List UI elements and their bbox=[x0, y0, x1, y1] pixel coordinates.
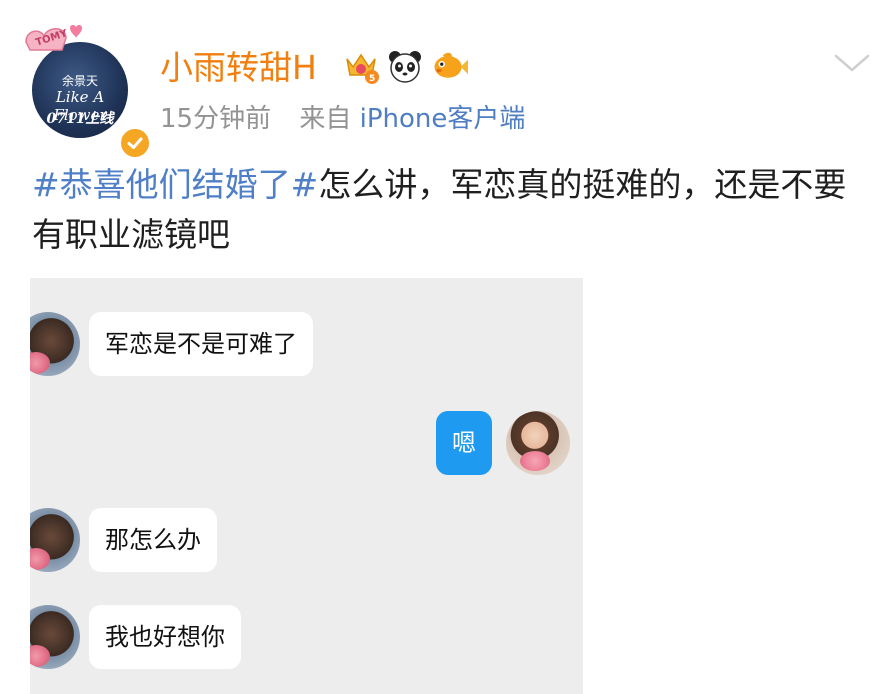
svg-text:5: 5 bbox=[369, 74, 375, 84]
chat-screenshot-image[interactable]: 军恋是不是可难了 嗯 那怎么办 我也好想你 bbox=[30, 278, 583, 694]
verified-check-icon bbox=[118, 126, 152, 160]
chat-bubble: 那怎么办 bbox=[89, 508, 217, 572]
panda-icon[interactable] bbox=[386, 47, 424, 85]
avatar-image: 余景天 Like A Flower 0711上线 bbox=[32, 42, 128, 138]
boy-avatar bbox=[30, 508, 80, 572]
boy-avatar bbox=[30, 605, 80, 669]
chat-message-row: 那怎么办 bbox=[30, 508, 217, 572]
boy-avatar bbox=[30, 312, 80, 376]
chat-message-row: 我也好想你 bbox=[30, 605, 241, 669]
fish-icon[interactable] bbox=[430, 47, 468, 85]
source-prefix: 来自 bbox=[299, 104, 352, 134]
chat-bubble: 军恋是不是可难了 bbox=[89, 312, 313, 376]
author-name[interactable]: 小雨转甜H bbox=[160, 48, 317, 88]
chat-bubble: 我也好想你 bbox=[89, 605, 241, 669]
girl-avatar bbox=[506, 411, 570, 475]
avatar-caption-3: 0711上线 bbox=[46, 111, 114, 127]
chat-message-row: 军恋是不是可难了 bbox=[30, 312, 313, 376]
avatar-sticker-icon: TOMY bbox=[25, 25, 82, 51]
post-source-link[interactable]: iPhone客户端 bbox=[360, 104, 526, 134]
post-content: #恭喜他们结婚了#怎么讲，军恋真的挺难的，还是不要有职业滤镜吧 bbox=[32, 160, 872, 260]
avatar-caption-1: 余景天 bbox=[61, 74, 98, 88]
crown-level-5-icon[interactable]: 5 bbox=[342, 47, 380, 85]
topic-hashtag-link[interactable]: #恭喜他们结婚了# bbox=[32, 165, 318, 204]
chat-message-row: 嗯 bbox=[436, 411, 570, 475]
chat-bubble-mine: 嗯 bbox=[436, 411, 492, 475]
author-badges: 5 bbox=[342, 45, 468, 87]
author-avatar[interactable]: 余景天 Like A Flower 0711上线 TOMY bbox=[22, 22, 152, 160]
post-time: 15分钟前 bbox=[160, 104, 272, 134]
post-meta: 15分钟前 来自 iPhone客户端 bbox=[160, 102, 525, 136]
weibo-post: 余景天 Like A Flower 0711上线 TOMY 小雨转甜H 5 15… bbox=[0, 0, 895, 694]
chevron-down-icon[interactable] bbox=[832, 50, 872, 76]
